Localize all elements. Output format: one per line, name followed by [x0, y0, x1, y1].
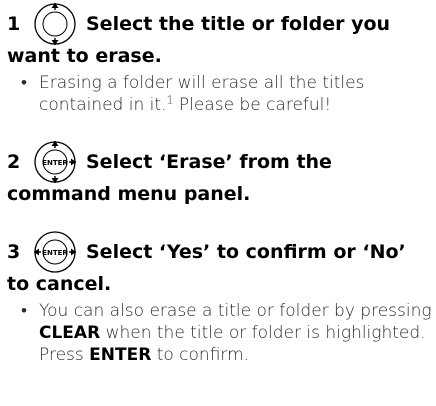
enter-dpad-icon: ENTER	[34, 141, 76, 183]
step-3: 3 ENTER Select ‘Yes’ to confirm or ‘No’ …	[7, 230, 433, 366]
step-3-title-part2: to cancel.	[7, 273, 112, 295]
step-3-heading: 3 ENTER Select ‘Yes’ to confirm or ‘No’	[7, 230, 433, 274]
step-1: 1 Select the title or folder you want to…	[7, 2, 433, 116]
step-2-heading: 2 ENTER Select ‘Erase’ from the	[7, 140, 433, 184]
bullet-icon: •	[21, 73, 27, 93]
step-3-note: • You can also erase a title or folder b…	[7, 300, 433, 366]
step-number: 3	[7, 241, 21, 263]
dpad-up-down-icon	[34, 3, 76, 45]
enter-label: ENTER	[42, 249, 68, 257]
step-1-note: • Erasing a folder will erase all the ti…	[7, 72, 433, 116]
enter-label: ENTER	[42, 159, 68, 167]
step-1-title-part2: want to erase.	[7, 45, 162, 67]
enter-key-label: ENTER	[89, 345, 152, 365]
step-2: 2 ENTER Select ‘Erase’ from the command …	[7, 140, 433, 206]
clear-key-label: CLEAR	[39, 323, 101, 343]
step-3-title-part1: Select ‘Yes’ to confirm or ‘No’	[86, 241, 406, 263]
enter-left-right-icon: ENTER	[34, 231, 76, 273]
note-text-3: to confirm.	[151, 345, 250, 365]
step-2-title-part2: command menu panel.	[7, 183, 251, 205]
step-number: 2	[7, 151, 21, 173]
step-number: 1	[7, 13, 21, 35]
step-1-title-part1: Select the title or folder you	[86, 13, 391, 35]
note-text-1: You can also erase a title or folder by …	[39, 301, 432, 321]
note-text-end: Please be careful!	[173, 95, 332, 115]
step-2-title-part1: Select ‘Erase’ from the	[86, 151, 332, 173]
bullet-icon: •	[21, 301, 27, 321]
step-1-heading: 1 Select the title or folder you	[7, 2, 433, 46]
